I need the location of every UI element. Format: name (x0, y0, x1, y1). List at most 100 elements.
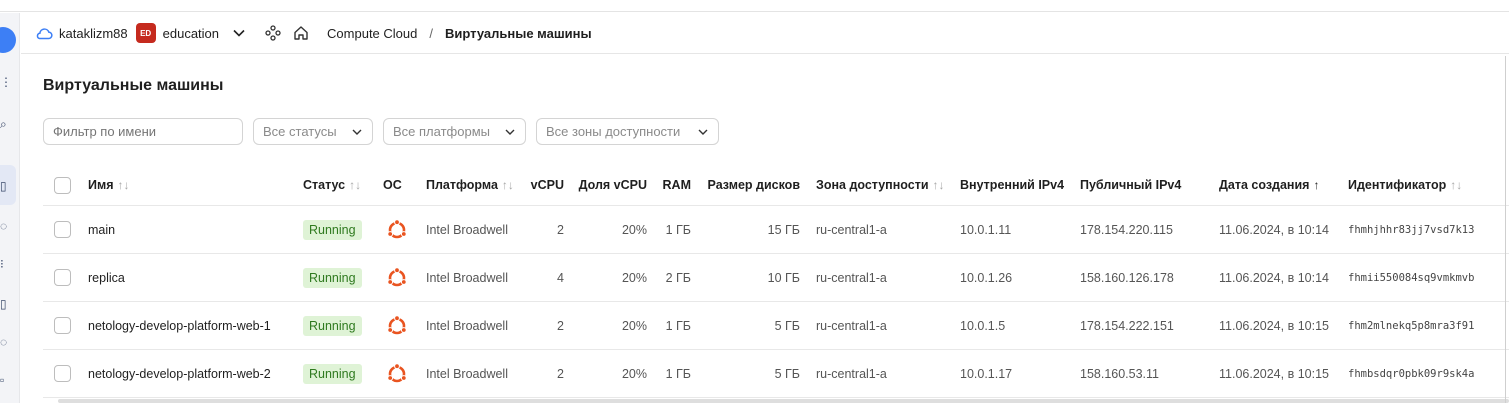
name-filter-input[interactable] (43, 118, 243, 145)
page-title: Виртуальные машины (43, 77, 224, 94)
public-ip-cell: 158.160.126.178 (1080, 270, 1174, 285)
monitoring-nav-icon[interactable]: ◌ (0, 335, 12, 349)
row-checkbox[interactable] (54, 365, 71, 382)
user-avatar[interactable] (0, 27, 16, 53)
status-badge: Running (303, 267, 362, 288)
vm-id-cell: fhmii550084sq9vmkmvb (1348, 271, 1475, 284)
chevron-down-icon[interactable] (233, 29, 245, 37)
security-nav-icon[interactable]: ▫ (0, 373, 12, 387)
table-row[interactable]: netology-develop-platform-web-1 Running In… (43, 302, 1509, 350)
chevron-down-icon (352, 129, 362, 135)
vcpu-cell: 2 (557, 318, 564, 333)
account-name[interactable]: kataklizm88 (59, 26, 128, 41)
column-header-os: ОС (383, 178, 402, 192)
sort-icon: ↑↓ (1450, 178, 1463, 192)
internal-ip-cell: 10.0.1.26 (960, 270, 1013, 285)
vm-name-link[interactable]: netology-develop-platform-web-2 (88, 350, 271, 397)
created-cell: 11.06.2024, в 10:14 (1219, 222, 1329, 237)
home-icon[interactable] (293, 25, 309, 41)
folder-name[interactable]: education (163, 26, 219, 41)
chevron-down-icon (505, 129, 515, 135)
column-header-disks: Размер дисков (707, 178, 800, 192)
row-select-cell (54, 302, 71, 349)
column-header-id[interactable]: Идентификатор ↑↓ (1348, 165, 1462, 205)
row-checkbox[interactable] (54, 317, 71, 334)
zone-filter-select[interactable]: Все зоны доступности (536, 118, 719, 145)
vm-name-link[interactable]: main (88, 206, 115, 253)
folder-badge: ED (135, 23, 156, 43)
select-all-checkbox[interactable] (54, 176, 71, 194)
status-badge: Running (303, 363, 362, 384)
vm-name-link[interactable]: netology-develop-platform-web-1 (88, 302, 271, 349)
vcpu-share-cell: 20% (621, 270, 647, 285)
ram-cell: 1 ГБ (665, 318, 691, 333)
row-select-cell (54, 254, 71, 301)
table-row[interactable]: netology-develop-platform-web-2 Running In… (43, 350, 1509, 398)
database-nav-icon[interactable]: ◌ (0, 219, 12, 233)
vm-id-cell: fhm2mlnekq5p8mra3f91 (1348, 319, 1475, 332)
network-nav-icon[interactable]: ⁝ (0, 257, 12, 271)
search-icon[interactable]: ⌕ (0, 117, 12, 131)
internal-ip-cell: 10.0.1.17 (960, 366, 1013, 381)
status-filter-select[interactable]: Все статусы (253, 118, 373, 145)
ubuntu-icon (386, 350, 408, 397)
zone-cell: ru-central1-a (816, 318, 887, 333)
column-header-created[interactable]: Дата создания ↑ (1219, 165, 1319, 205)
column-header-status[interactable]: Статус ↑↓ (303, 165, 361, 205)
menu-icon[interactable]: ⋮ (0, 75, 12, 89)
sort-icon: ↑↓ (932, 178, 945, 192)
select-all-cell (54, 165, 71, 205)
vcpu-share-cell: 20% (621, 318, 647, 333)
zone-filter-label: Все зоны доступности (546, 124, 681, 139)
platform-cell: Intel Broadwell (426, 222, 508, 237)
vm-name-link[interactable]: replica (88, 254, 125, 301)
top-header: kataklizm88 ED education Compute Cloud /… (21, 13, 1509, 54)
horizontal-scrollbar[interactable] (58, 399, 1509, 403)
table-row[interactable]: replica Running Intel Broadwell 4 20% 2 ГБ 10 … (43, 254, 1509, 302)
compute-nav-icon[interactable]: ▯ (0, 179, 12, 193)
column-header-vcpu-share: Доля vCPU (578, 178, 647, 192)
row-checkbox[interactable] (54, 221, 71, 238)
breadcrumb-separator: / (429, 25, 433, 41)
zone-cell: ru-central1-a (816, 222, 887, 237)
ubuntu-icon (386, 302, 408, 349)
vcpu-cell: 4 (557, 270, 564, 285)
row-checkbox[interactable] (54, 269, 71, 286)
vm-id-cell: fhmbsdqr0pbk09r9sk4a (1348, 367, 1475, 380)
left-nav-rail: ⋮ ⌕ ▯ ◌ ⁝ ▯ ◌ ▫ (0, 13, 20, 403)
zone-cell: ru-central1-a (816, 366, 887, 381)
disks-cell: 5 ГБ (774, 366, 800, 381)
sort-icon: ↑↓ (117, 178, 130, 192)
sort-icon: ↑↓ (501, 178, 514, 192)
breadcrumb-service[interactable]: Compute Cloud (327, 26, 417, 41)
column-header-internal-ip: Внутренний IPv4 (960, 178, 1065, 192)
breadcrumb-current: Виртуальные машины (444, 25, 592, 41)
ubuntu-icon (386, 206, 408, 253)
storage-nav-icon[interactable]: ▯ (0, 297, 12, 311)
status-cell: Running (303, 254, 362, 301)
column-header-name[interactable]: Имя ↑↓ (88, 165, 130, 205)
zone-cell: ru-central1-a (816, 270, 887, 285)
column-header-zone[interactable]: Зона доступности ↑↓ (816, 165, 945, 205)
disks-cell: 15 ГБ (767, 222, 800, 237)
platform-filter-select[interactable]: Все платформы (383, 118, 526, 145)
created-cell: 11.06.2024, в 10:15 (1219, 318, 1329, 333)
column-header-ram: RAM (662, 178, 691, 192)
column-header-vcpu: vCPU (530, 178, 564, 192)
column-label: Статус (303, 178, 346, 192)
table-row[interactable]: main Running Intel Broadwell 2 20% 1 ГБ 15 ГБ r… (43, 206, 1509, 254)
created-cell: 11.06.2024, в 10:14 (1219, 270, 1329, 285)
platform-cell: Intel Broadwell (426, 318, 508, 333)
column-header-platform[interactable]: Платформа ↑↓ (426, 165, 514, 205)
sort-icon: ↑↓ (349, 178, 362, 192)
panel-edge-divider (1505, 56, 1506, 403)
column-label: Имя (88, 178, 114, 192)
vcpu-share-cell: 20% (621, 222, 647, 237)
browser-bookmark-strip (0, 0, 1509, 12)
status-badge: Running (303, 219, 362, 240)
services-icon[interactable] (265, 25, 281, 41)
cloud-icon (36, 28, 53, 40)
public-ip-cell: 178.154.220.115 (1080, 222, 1173, 237)
status-filter-label: Все статусы (263, 124, 337, 139)
table-header-row: Имя ↑↓ Статус ↑↓ ОС Платформа ↑↓ vCPU Доля … (43, 165, 1509, 206)
